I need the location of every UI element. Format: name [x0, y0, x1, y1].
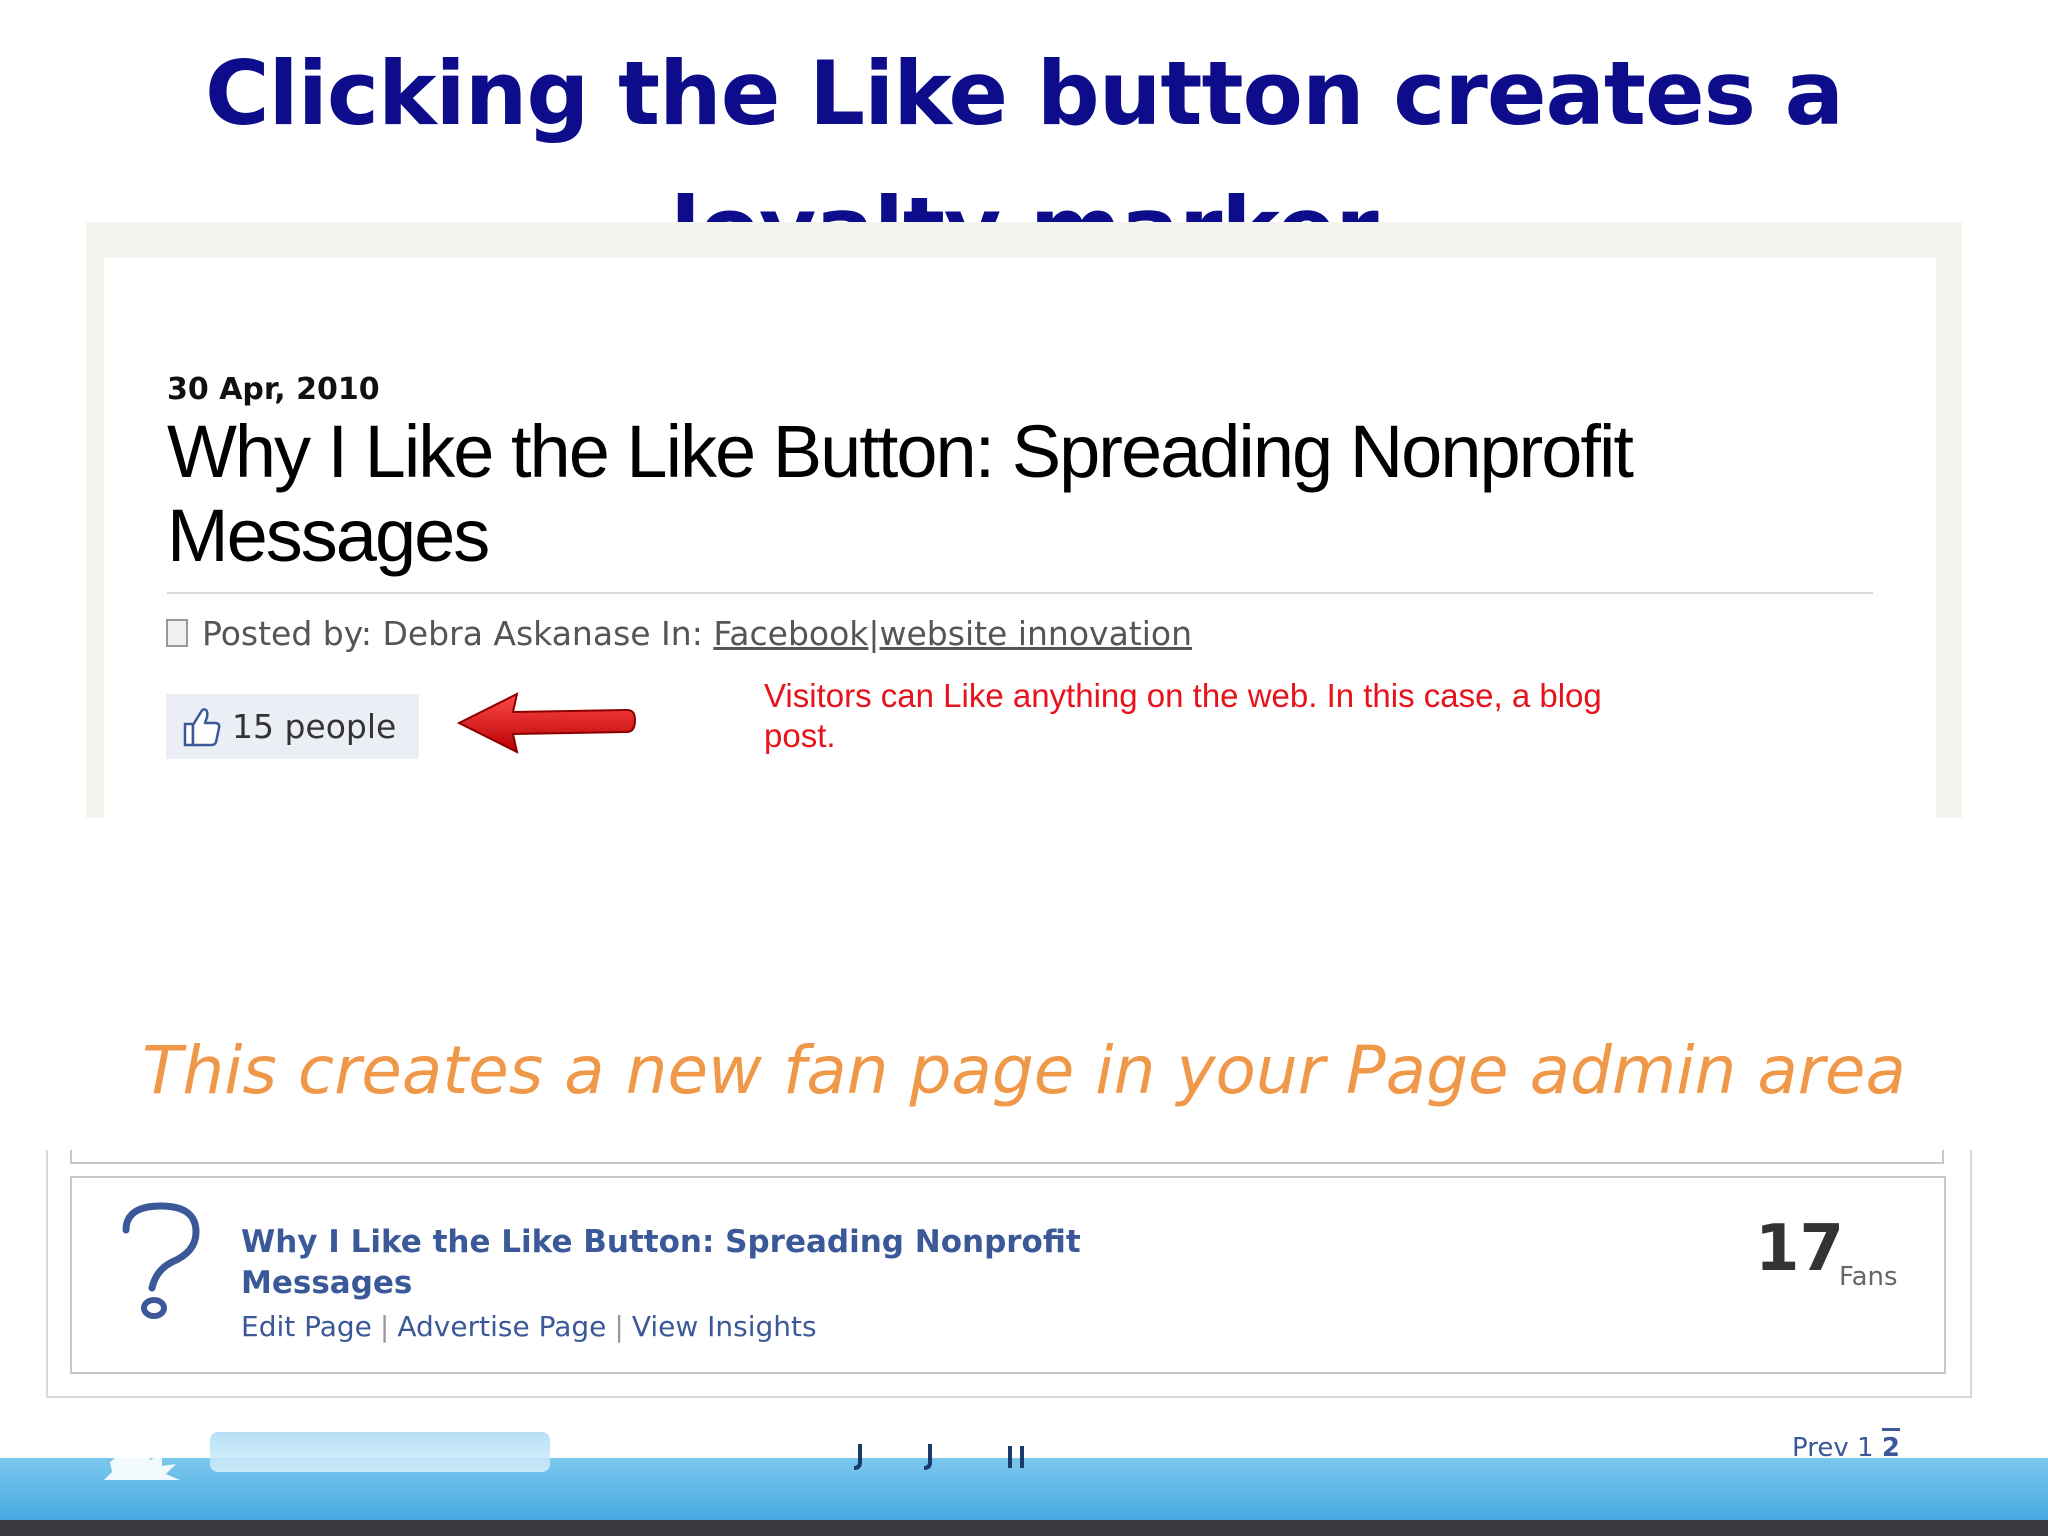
link-separator: |: [379, 1310, 390, 1343]
document-icon: [166, 619, 188, 647]
red-arrow-icon: [456, 692, 637, 754]
footer-bottom-bar: [0, 1520, 2048, 1536]
thumbs-up-icon: [183, 707, 221, 746]
fan-page-row-above: [70, 1150, 1944, 1164]
fans-count: 17: [1755, 1212, 1845, 1286]
view-insights-link[interactable]: View Insights: [632, 1310, 817, 1343]
advertise-page-link[interactable]: Advertise Page: [397, 1310, 606, 1343]
question-mark-icon: [122, 1202, 200, 1319]
like-count-label: 15 people: [232, 707, 397, 746]
post-title[interactable]: Why I Like the Like Button: Spreading No…: [167, 410, 1867, 578]
fan-page-links: Edit Page | Advertise Page | View Insights: [241, 1310, 817, 1343]
fan-page-name[interactable]: Why I Like the Like Button: Spreading No…: [241, 1222, 1141, 1304]
annotation-text: Visitors can Like anything on the web. I…: [764, 677, 1602, 754]
category-link-facebook[interactable]: Facebook: [713, 614, 868, 653]
post-divider: [167, 592, 1873, 594]
post-date: 30 Apr, 2010: [167, 372, 380, 407]
footer-logo: [210, 1432, 550, 1472]
category-link-website-innovation[interactable]: website innovation: [880, 614, 1193, 653]
footer-decoration: [853, 1444, 1024, 1470]
like-button[interactable]: 15 people: [166, 694, 419, 759]
posted-by-label: Posted by: Debra Askanase In:: [202, 614, 703, 653]
slide-subtitle: This creates a new fan page in your Page…: [142, 1032, 1906, 1109]
edit-page-link[interactable]: Edit Page: [241, 1310, 372, 1343]
category-separator: |: [868, 614, 880, 653]
link-separator: |: [614, 1310, 624, 1343]
fans-label: Fans: [1839, 1262, 1898, 1292]
sun-logo-icon: [104, 1446, 180, 1480]
post-meta: Posted by: Debra Askanase In: Facebook|w…: [166, 614, 1192, 653]
